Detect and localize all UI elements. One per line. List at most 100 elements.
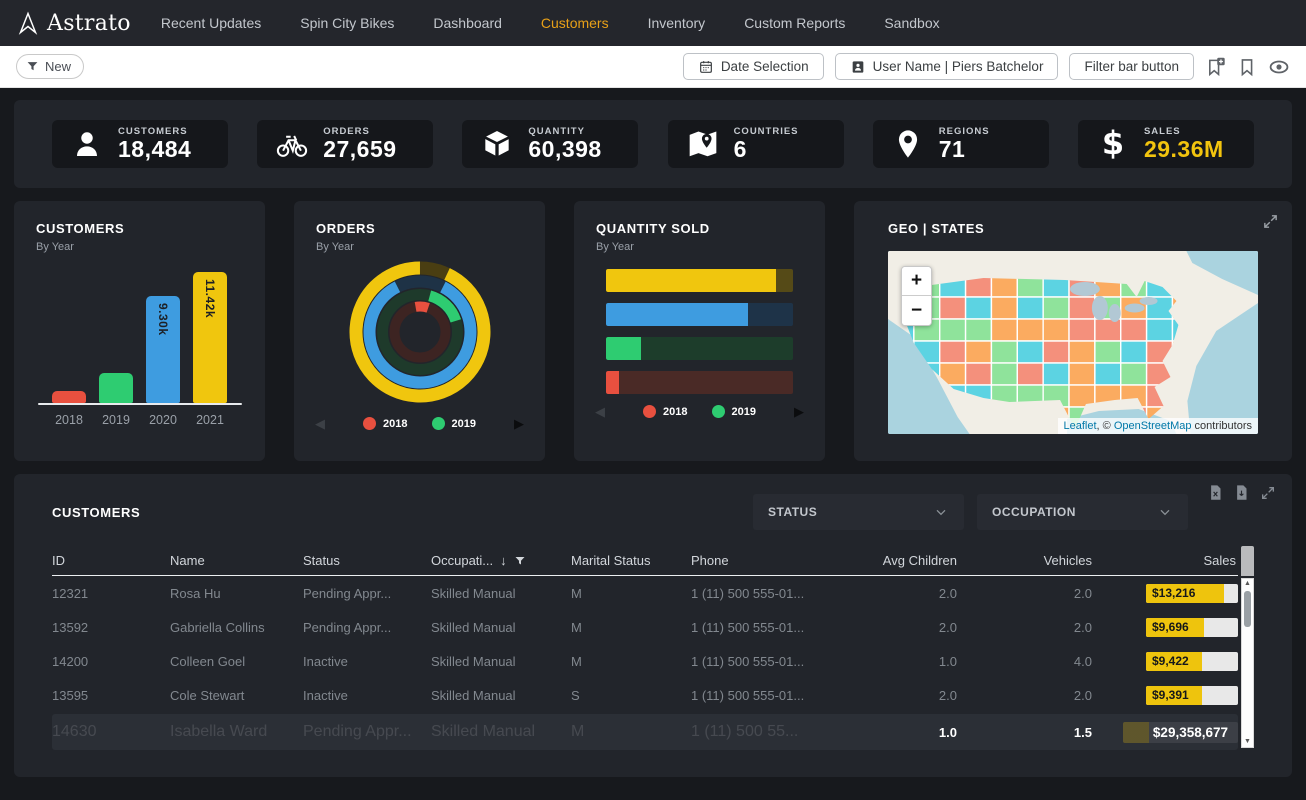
scroll-down-arrow[interactable]: ▼ xyxy=(1244,737,1251,747)
column-header-status[interactable]: Status xyxy=(303,553,431,568)
total-sales: $29,358,677 xyxy=(1094,722,1238,743)
column-header-vehicles[interactable]: Vehicles xyxy=(959,553,1094,568)
leaflet-map[interactable]: + − Leaflet, © OpenStreetMap contributor… xyxy=(888,251,1258,434)
file-export-icon[interactable] xyxy=(1234,484,1249,501)
nav-item-spin-city-bikes[interactable]: Spin City Bikes xyxy=(300,15,394,31)
column-header-sales[interactable]: Sales xyxy=(1094,553,1238,568)
quantity-chart-panel: QUANTITY SOLD By Year ◀20182019▶ xyxy=(574,201,825,461)
legend-next-icon[interactable]: ▶ xyxy=(514,417,524,430)
new-filter-button[interactable]: New xyxy=(16,54,84,79)
bar-2019[interactable] xyxy=(99,373,133,403)
hbar-2020[interactable] xyxy=(606,303,793,326)
nav-item-dashboard[interactable]: Dashboard xyxy=(433,15,502,31)
customers-chart-panel: CUSTOMERS By Year 9.30k11.42k 2018201920… xyxy=(14,201,265,461)
eye-icon[interactable] xyxy=(1268,56,1290,78)
nav-item-recent-updates[interactable]: Recent Updates xyxy=(161,15,261,31)
hbar-2021[interactable] xyxy=(606,269,793,292)
cell-vehicles: 2.0 xyxy=(959,620,1094,635)
table-totals-row: 14630Isabella WardPending Appr...Skilled… xyxy=(52,714,1238,750)
quantity-chart-subtitle: By Year xyxy=(596,241,803,253)
nav-item-sandbox[interactable]: Sandbox xyxy=(884,15,939,31)
cell-status: Pending Appr... xyxy=(303,620,431,635)
osm-link[interactable]: OpenStreetMap xyxy=(1114,420,1192,432)
cell-occupation: Skilled Manual xyxy=(431,620,571,635)
table-header-row: ID NameStatusOccupati... ↓ Marital StatusPh… xyxy=(52,546,1238,576)
column-header-occupati[interactable]: Occupati... ↓ xyxy=(431,553,571,568)
hbar-2018[interactable] xyxy=(606,371,793,394)
toolbar-right: Date Selection User Name | Piers Batchel… xyxy=(683,53,1290,80)
status-dropdown[interactable]: STATUS xyxy=(753,494,964,530)
hbar-2019[interactable] xyxy=(606,337,793,360)
scroll-up-arrow[interactable]: ▲ xyxy=(1244,579,1251,589)
geo-panel-title: GEO | STATES xyxy=(888,221,1258,236)
cell-phone: 1 (11) 500 555-01... xyxy=(691,586,841,601)
table-row[interactable]: 13595Cole StewartInactiveSkilled ManualS… xyxy=(52,678,1238,712)
table-row[interactable]: 14200Colleen GoelInactiveSkilled ManualM… xyxy=(52,644,1238,678)
scrollbar-track[interactable]: ▲ ▼ xyxy=(1241,578,1254,748)
sort-desc-icon[interactable]: ↓ xyxy=(500,553,507,568)
column-header-phone[interactable]: Phone xyxy=(691,553,841,568)
zoom-in-button[interactable]: + xyxy=(902,267,931,296)
scrollbar-corner xyxy=(1241,546,1254,576)
table-header-bar: CUSTOMERS STATUS OCCUPATION xyxy=(52,492,1254,532)
bar-2021[interactable]: 11.42k xyxy=(193,272,227,403)
top-nav: Astrato Recent Updates Spin City Bikes Das… xyxy=(0,0,1306,46)
occupation-dropdown[interactable]: OCCUPATION xyxy=(977,494,1188,530)
us-choropleth[interactable] xyxy=(888,251,1258,434)
app-logo[interactable]: Astrato xyxy=(16,11,131,36)
filter-bar-button[interactable]: Filter bar button xyxy=(1069,53,1194,80)
table-row[interactable]: 13592Gabriella CollinsPending Appr...Ski… xyxy=(52,610,1238,644)
expand-icon[interactable] xyxy=(1260,485,1276,501)
expand-icon[interactable] xyxy=(1262,213,1279,235)
legend-prev-icon[interactable]: ◀ xyxy=(315,417,325,430)
legend-prev-icon[interactable]: ◀ xyxy=(595,405,605,418)
bar-2020[interactable]: 9.30k xyxy=(146,296,180,403)
dollar-icon: $ xyxy=(1094,128,1132,160)
box-icon xyxy=(478,128,516,160)
column-header-label: Sales xyxy=(1203,553,1236,568)
column-header-marital-status[interactable]: Marital Status xyxy=(571,553,691,568)
orders-radial-chart[interactable] xyxy=(316,257,523,407)
table-row[interactable]: 12321Rosa HuPending Appr...Skilled Manua… xyxy=(52,576,1238,610)
column-header-label: Occupati... xyxy=(431,553,493,568)
kpi-value: 60,398 xyxy=(528,137,601,161)
cell-children: 2.0 xyxy=(841,688,959,703)
legend-entry-2018[interactable]: 2018 xyxy=(643,405,687,418)
legend-next-icon[interactable]: ▶ xyxy=(794,405,804,418)
column-header-avg-children[interactable]: Avg Children xyxy=(841,553,959,568)
bookmark-icon[interactable] xyxy=(1237,57,1257,77)
svg-text:$: $ xyxy=(1102,128,1124,160)
astrato-logo-icon xyxy=(16,11,40,35)
column-header-label: ID xyxy=(52,553,65,568)
excel-export-icon[interactable] xyxy=(1208,484,1223,501)
nav-item-customers[interactable]: Customers xyxy=(541,15,609,31)
legend-entry-2019[interactable]: 2019 xyxy=(432,417,476,430)
column-header-name[interactable]: Name xyxy=(170,553,303,568)
cell-status: Pending Appr... xyxy=(303,586,431,601)
cell-name: Rosa Hu xyxy=(170,586,303,601)
kpi-card-regions: REGIONS71 xyxy=(873,120,1049,168)
vertical-scrollbar[interactable]: ▲ ▼ xyxy=(1241,546,1254,750)
kpi-value: 27,659 xyxy=(323,137,396,161)
bar-2018[interactable] xyxy=(52,391,86,403)
nav-item-custom-reports[interactable]: Custom Reports xyxy=(744,15,845,31)
zoom-out-button[interactable]: − xyxy=(902,296,931,325)
leaflet-link[interactable]: Leaflet xyxy=(1064,420,1097,432)
bookmark-add-icon[interactable] xyxy=(1205,56,1226,77)
filter-funnel-icon[interactable] xyxy=(514,555,526,567)
column-header-id[interactable]: ID xyxy=(52,553,170,568)
nav-item-inventory[interactable]: Inventory xyxy=(648,15,706,31)
cell-id: 14200 xyxy=(52,654,170,669)
charts-row: CUSTOMERS By Year 9.30k11.42k 2018201920… xyxy=(14,201,1292,461)
kpi-value: 71 xyxy=(939,137,990,161)
legend-dot xyxy=(643,405,656,418)
user-name-button[interactable]: User Name | Piers Batchelor xyxy=(835,53,1059,80)
column-header-label: Vehicles xyxy=(1044,553,1092,568)
legend-entry-2018[interactable]: 2018 xyxy=(363,417,407,430)
total-sales-value: $29,358,677 xyxy=(1123,722,1238,743)
orders-chart-subtitle: By Year xyxy=(316,241,523,253)
map-attribution: Leaflet, © OpenStreetMap contributors xyxy=(1058,418,1259,434)
date-selection-button[interactable]: Date Selection xyxy=(683,53,824,80)
legend-entry-2019[interactable]: 2019 xyxy=(712,405,756,418)
scrollbar-thumb[interactable] xyxy=(1244,591,1251,627)
